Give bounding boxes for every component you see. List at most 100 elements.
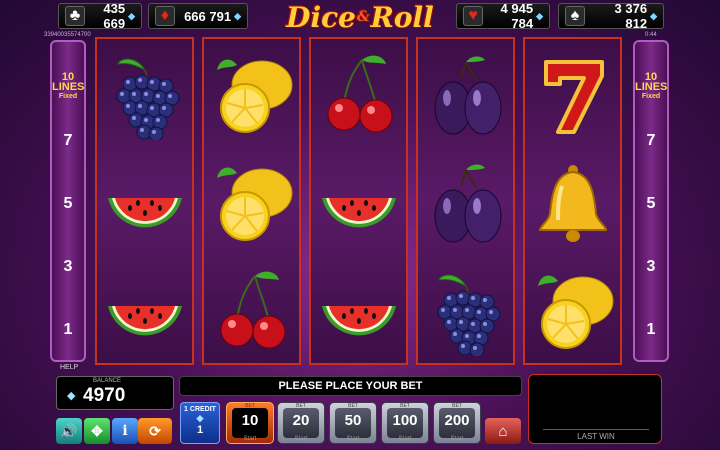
bet-button-50[interactable]: BET 50 Start bbox=[329, 402, 377, 444]
clubs-icon: ♣ bbox=[65, 6, 85, 26]
clock: 0:44 bbox=[645, 32, 657, 38]
fullscreen-icon: ✥ bbox=[91, 422, 103, 439]
grapes-icon bbox=[437, 274, 500, 356]
session-code: 33940035574700 bbox=[44, 32, 91, 38]
reel-3 bbox=[309, 37, 408, 365]
reel-5 bbox=[523, 37, 622, 365]
lemon-icon bbox=[537, 275, 613, 349]
jackpot-value: 666 791 bbox=[184, 8, 232, 24]
seven-icon bbox=[543, 60, 604, 134]
home-icon: ⌂ bbox=[498, 422, 508, 440]
diamond-gem-icon: ◆ bbox=[650, 10, 657, 21]
cherries-icon bbox=[327, 55, 392, 133]
last-win-display: LAST WIN bbox=[528, 374, 662, 444]
reel-1-symbol-watermelon bbox=[97, 257, 192, 365]
reel-1 bbox=[95, 37, 194, 365]
diamond-gem-icon: ◆ bbox=[67, 390, 76, 402]
balance-label: BALANCE bbox=[93, 378, 122, 384]
lines-mode: Fixed bbox=[641, 93, 661, 100]
line-number[interactable]: 7 bbox=[635, 132, 667, 150]
lines-mode: Fixed bbox=[58, 93, 78, 100]
line-number[interactable]: 7 bbox=[52, 132, 84, 150]
logo-ampersand: & bbox=[356, 9, 370, 25]
hearts-icon: ♥ bbox=[463, 6, 483, 26]
credit-denomination-button[interactable]: 1 CREDIT ◆ 1 bbox=[180, 402, 220, 444]
bet-value: 20 bbox=[283, 408, 319, 438]
spades-icon: ♠ bbox=[565, 6, 585, 26]
jackpot-value: 4 945 784 bbox=[500, 1, 534, 31]
reel-2-symbol-lemon bbox=[204, 149, 299, 257]
lines-panel-right: 10 LINES Fixed 7 5 3 1 bbox=[633, 40, 669, 362]
plum-icon bbox=[434, 164, 501, 243]
fullscreen-button[interactable]: ✥ bbox=[84, 418, 110, 444]
bet-value: 50 bbox=[335, 408, 371, 438]
bet-button-20[interactable]: BET 20 Start bbox=[277, 402, 325, 444]
bet-value: 10 bbox=[232, 408, 268, 438]
speaker-icon: 🔊 bbox=[60, 422, 78, 439]
diamonds-icon: ♦ bbox=[155, 6, 175, 26]
reel-1-symbol-grapes bbox=[97, 41, 192, 149]
line-number[interactable]: 5 bbox=[635, 195, 667, 213]
status-message: PLEASE PLACE YOUR BET bbox=[179, 376, 522, 396]
plum-icon bbox=[434, 56, 501, 135]
lines-panel-left: 10 LINES Fixed 7 5 3 1 bbox=[50, 40, 86, 362]
watermelon-icon bbox=[107, 306, 182, 336]
line-number[interactable]: 3 bbox=[52, 258, 84, 276]
logo-word-2: Roll bbox=[370, 0, 434, 34]
start-caption: Start bbox=[450, 436, 464, 442]
reel-5-symbol-lemon bbox=[525, 257, 620, 365]
info-button[interactable]: i bbox=[112, 418, 138, 444]
jackpot-diamonds: ♦ 666 791 ◆ bbox=[148, 3, 248, 29]
bet-value: 200 bbox=[439, 408, 475, 438]
reel-3-symbol-watermelon bbox=[311, 149, 406, 257]
cherries-icon bbox=[220, 271, 285, 349]
reel-5-symbol-seven bbox=[525, 41, 620, 149]
reel-4-symbol-plum bbox=[418, 41, 513, 149]
bet-value: 100 bbox=[387, 408, 423, 438]
start-caption: Start bbox=[398, 436, 412, 442]
reel-3-symbol-cherries bbox=[311, 41, 406, 149]
watermelon-icon bbox=[321, 198, 396, 228]
credit-label: 1 CREDIT bbox=[184, 406, 216, 413]
lines-label: 10 LINES Fixed bbox=[635, 72, 667, 102]
watermelon-icon bbox=[107, 198, 182, 228]
line-number[interactable]: 1 bbox=[635, 321, 667, 339]
help-label[interactable]: HELP bbox=[60, 364, 78, 371]
line-number[interactable]: 3 bbox=[635, 258, 667, 276]
reel-5-symbol-bell bbox=[525, 149, 620, 257]
lines-label: 10 LINES Fixed bbox=[52, 72, 84, 102]
credit-value: 1 bbox=[196, 424, 204, 436]
watermelon-icon bbox=[321, 306, 396, 336]
jackpot-value: 3 376 812 bbox=[614, 1, 648, 31]
diamond-gem-icon: ◆ bbox=[196, 413, 204, 423]
game-logo: Dice & Roll bbox=[280, 0, 440, 34]
bet-button-10[interactable]: BET 10 Start bbox=[226, 402, 274, 444]
reel-3-symbol-watermelon bbox=[311, 257, 406, 365]
autoplay-button[interactable]: ⟳ bbox=[138, 418, 172, 444]
line-number[interactable]: 1 bbox=[52, 321, 84, 339]
reel-2 bbox=[202, 37, 301, 365]
info-icon: i bbox=[122, 423, 128, 439]
sound-button[interactable]: 🔊 bbox=[56, 418, 82, 444]
reel-2-symbol-cherries bbox=[204, 257, 299, 365]
start-caption: Start bbox=[346, 436, 360, 442]
bet-button-100[interactable]: BET 100 Start bbox=[381, 402, 429, 444]
reel-4-symbol-grapes bbox=[418, 257, 513, 365]
diamond-gem-icon: ◆ bbox=[234, 10, 241, 21]
lemon-icon bbox=[216, 59, 292, 133]
home-button[interactable]: ⌂ bbox=[485, 418, 521, 444]
jackpot-spades: ♠ 3 376 812 ◆ bbox=[558, 1, 664, 31]
diamond-gem-icon: ◆ bbox=[128, 10, 135, 21]
last-win-label: LAST WIN bbox=[543, 429, 649, 443]
balance-display: BALANCE ◆ 4970 bbox=[56, 376, 174, 410]
line-number[interactable]: 5 bbox=[52, 195, 84, 213]
reel-4-symbol-plum bbox=[418, 149, 513, 257]
reel-1-symbol-watermelon bbox=[97, 149, 192, 257]
bell-icon bbox=[538, 165, 607, 242]
jackpot-clubs: ♣ 435 669 ◆ bbox=[58, 1, 142, 31]
autoplay-icon: ⟳ bbox=[149, 422, 161, 439]
start-caption: Start bbox=[294, 436, 308, 442]
bet-button-200[interactable]: BET 200 Start bbox=[433, 402, 481, 444]
jackpot-hearts: ♥ 4 945 784 ◆ bbox=[456, 1, 550, 31]
start-caption: Start bbox=[243, 436, 257, 442]
